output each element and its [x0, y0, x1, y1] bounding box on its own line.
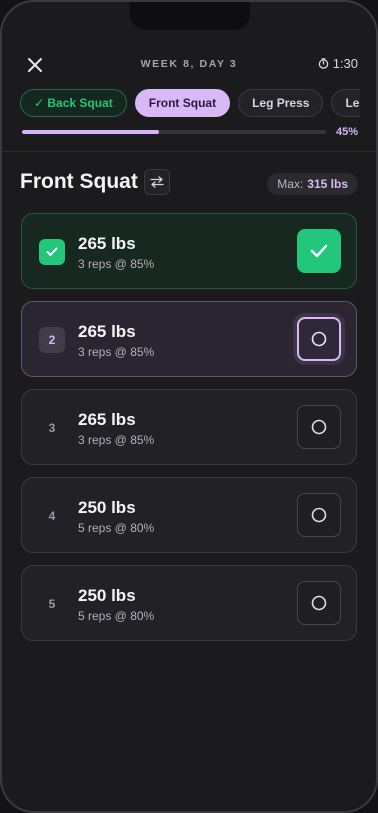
max-badge: Max: 315 lbs: [267, 173, 358, 195]
workout-header: WEEK 8, DAY 3 1:30: [2, 52, 376, 78]
set-weight: 250 lbs: [78, 498, 136, 517]
set-weight: 265 lbs: [78, 234, 136, 253]
set-row-3[interactable]: 3 265 lbs 3 reps @ 85%: [21, 389, 357, 465]
timer-value: 1:30: [332, 56, 358, 71]
set-reps: 3 reps @ 85%: [78, 433, 155, 447]
circle-icon: [311, 331, 327, 347]
tab-label: Front Squat: [148, 96, 217, 110]
swap-exercise-button[interactable]: [144, 169, 170, 195]
set-number: 3: [48, 421, 56, 435]
tab-next-exercise[interactable]: Le: [331, 89, 360, 117]
set-reps: 5 reps @ 80%: [78, 521, 155, 535]
complete-set-button[interactable]: [297, 229, 341, 273]
camera-notch: [130, 2, 250, 30]
exercise-title: Front Squat: [20, 170, 138, 193]
check-icon: [46, 247, 58, 256]
set-reps: 3 reps @ 85%: [78, 257, 155, 271]
set-number: 5: [48, 597, 56, 611]
complete-set-button[interactable]: [297, 317, 341, 361]
set-weight: 265 lbs: [78, 410, 136, 429]
complete-set-button[interactable]: [297, 493, 341, 537]
set-reps: 5 reps @ 80%: [78, 609, 155, 623]
set-check-badge: [39, 239, 65, 265]
tab-back-squat[interactable]: ✓ Back Squat: [20, 89, 127, 117]
set-row-5[interactable]: 5 250 lbs 5 reps @ 80%: [21, 565, 357, 641]
stopwatch-icon: [318, 58, 328, 69]
set-row-4[interactable]: 4 250 lbs 5 reps @ 80%: [21, 477, 357, 553]
check-icon: [310, 244, 328, 258]
circle-icon: [311, 419, 327, 435]
workout-progress-bar: [22, 130, 326, 134]
circle-icon: [311, 595, 327, 611]
set-number: 2: [39, 327, 65, 353]
complete-set-button[interactable]: [297, 405, 341, 449]
progress-fill: [22, 130, 159, 134]
tab-leg-press[interactable]: Leg Press: [238, 89, 324, 117]
set-weight: 265 lbs: [78, 322, 136, 341]
set-row-1[interactable]: 265 lbs 3 reps @ 85%: [21, 213, 357, 289]
max-value: 315 lbs: [307, 177, 348, 191]
rest-timer[interactable]: 1:30: [318, 56, 358, 71]
set-number: 4: [48, 509, 56, 523]
tab-front-squat[interactable]: Front Squat: [134, 89, 231, 117]
circle-icon: [311, 507, 327, 523]
set-weight: 250 lbs: [78, 586, 136, 605]
complete-set-button[interactable]: [297, 581, 341, 625]
swap-icon: [150, 176, 164, 188]
divider: [2, 151, 376, 152]
max-label: Max:: [277, 177, 304, 191]
progress-percent: 45%: [335, 126, 358, 138]
tab-label: Leg Press: [252, 96, 310, 110]
set-reps: 3 reps @ 85%: [78, 345, 155, 359]
set-row-2[interactable]: 2 265 lbs 3 reps @ 85%: [21, 301, 357, 377]
exercise-tabs: ✓ Back Squat Front Squat Leg Press Le: [20, 89, 360, 117]
phone-frame: WEEK 8, DAY 3 1:30 ✓ Back Squat Front Sq…: [0, 0, 378, 813]
tab-label: ✓ Back Squat: [34, 96, 113, 110]
tab-label: Le: [345, 96, 360, 110]
